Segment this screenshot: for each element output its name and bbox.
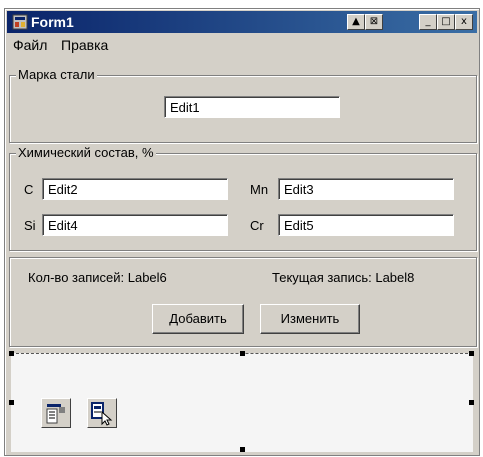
chromium-label: Cr — [250, 218, 264, 233]
steel-grade-legend: Марка стали — [16, 67, 97, 82]
app-icon — [12, 14, 28, 30]
chemical-composition-group: Химический состав, % C Edit2 Mn Edit3 Si… — [9, 145, 477, 251]
silicon-input[interactable]: Edit4 — [42, 214, 228, 236]
record-count-label: Кол-во записей: Label6 — [28, 270, 167, 285]
menu-edit[interactable]: Правка — [61, 37, 108, 53]
selection-handle-top-left[interactable] — [9, 351, 14, 356]
title-bar[interactable]: Form1 ▲ ⊠ _ □ x — [7, 11, 477, 33]
selection-handle-middle-right[interactable] — [469, 400, 474, 405]
menu-file[interactable]: Файл — [13, 37, 47, 53]
add-button[interactable]: Добавить — [152, 304, 244, 334]
modify-button[interactable]: Изменить — [260, 304, 360, 334]
steel-grade-group: Марка стали Edit1 — [9, 67, 477, 143]
close-button[interactable]: x — [455, 14, 473, 30]
selection-handle-top-right[interactable] — [469, 351, 474, 356]
chemical-composition-legend: Химический состав, % — [16, 145, 156, 160]
carbon-label: C — [24, 182, 34, 197]
manganese-input[interactable]: Edit3 — [278, 178, 454, 200]
carbon-input[interactable]: Edit2 — [42, 178, 228, 200]
selection-handle-middle-left[interactable] — [9, 400, 14, 405]
restore-icon[interactable]: ⊠ — [365, 14, 383, 30]
popup-menu-component[interactable] — [87, 398, 117, 428]
selection-handle-top-center[interactable] — [240, 351, 245, 356]
steel-grade-input[interactable]: Edit1 — [164, 96, 340, 118]
pin-icon[interactable]: ▲ — [347, 14, 365, 30]
popup-menu-icon — [91, 402, 113, 426]
silicon-label: Si — [24, 218, 36, 233]
menu-bar: Файл Правка — [7, 34, 477, 54]
minimize-button[interactable]: _ — [419, 14, 437, 30]
main-menu-component[interactable] — [41, 398, 71, 428]
current-record-label: Текущая запись: Label8 — [272, 270, 415, 285]
form-window: Form1 ▲ ⊠ _ □ x Файл Правка Марка стали … — [4, 8, 480, 456]
maximize-button[interactable]: □ — [437, 14, 455, 30]
selection-handle-bottom-center[interactable] — [240, 447, 245, 452]
nonvisual-components-area — [9, 351, 474, 452]
records-panel: Кол-во записей: Label6 Текущая запись: L… — [9, 257, 477, 347]
manganese-label: Mn — [250, 182, 269, 197]
window-title: Form1 — [31, 14, 74, 30]
main-menu-icon — [46, 404, 65, 424]
chromium-input[interactable]: Edit5 — [278, 214, 454, 236]
